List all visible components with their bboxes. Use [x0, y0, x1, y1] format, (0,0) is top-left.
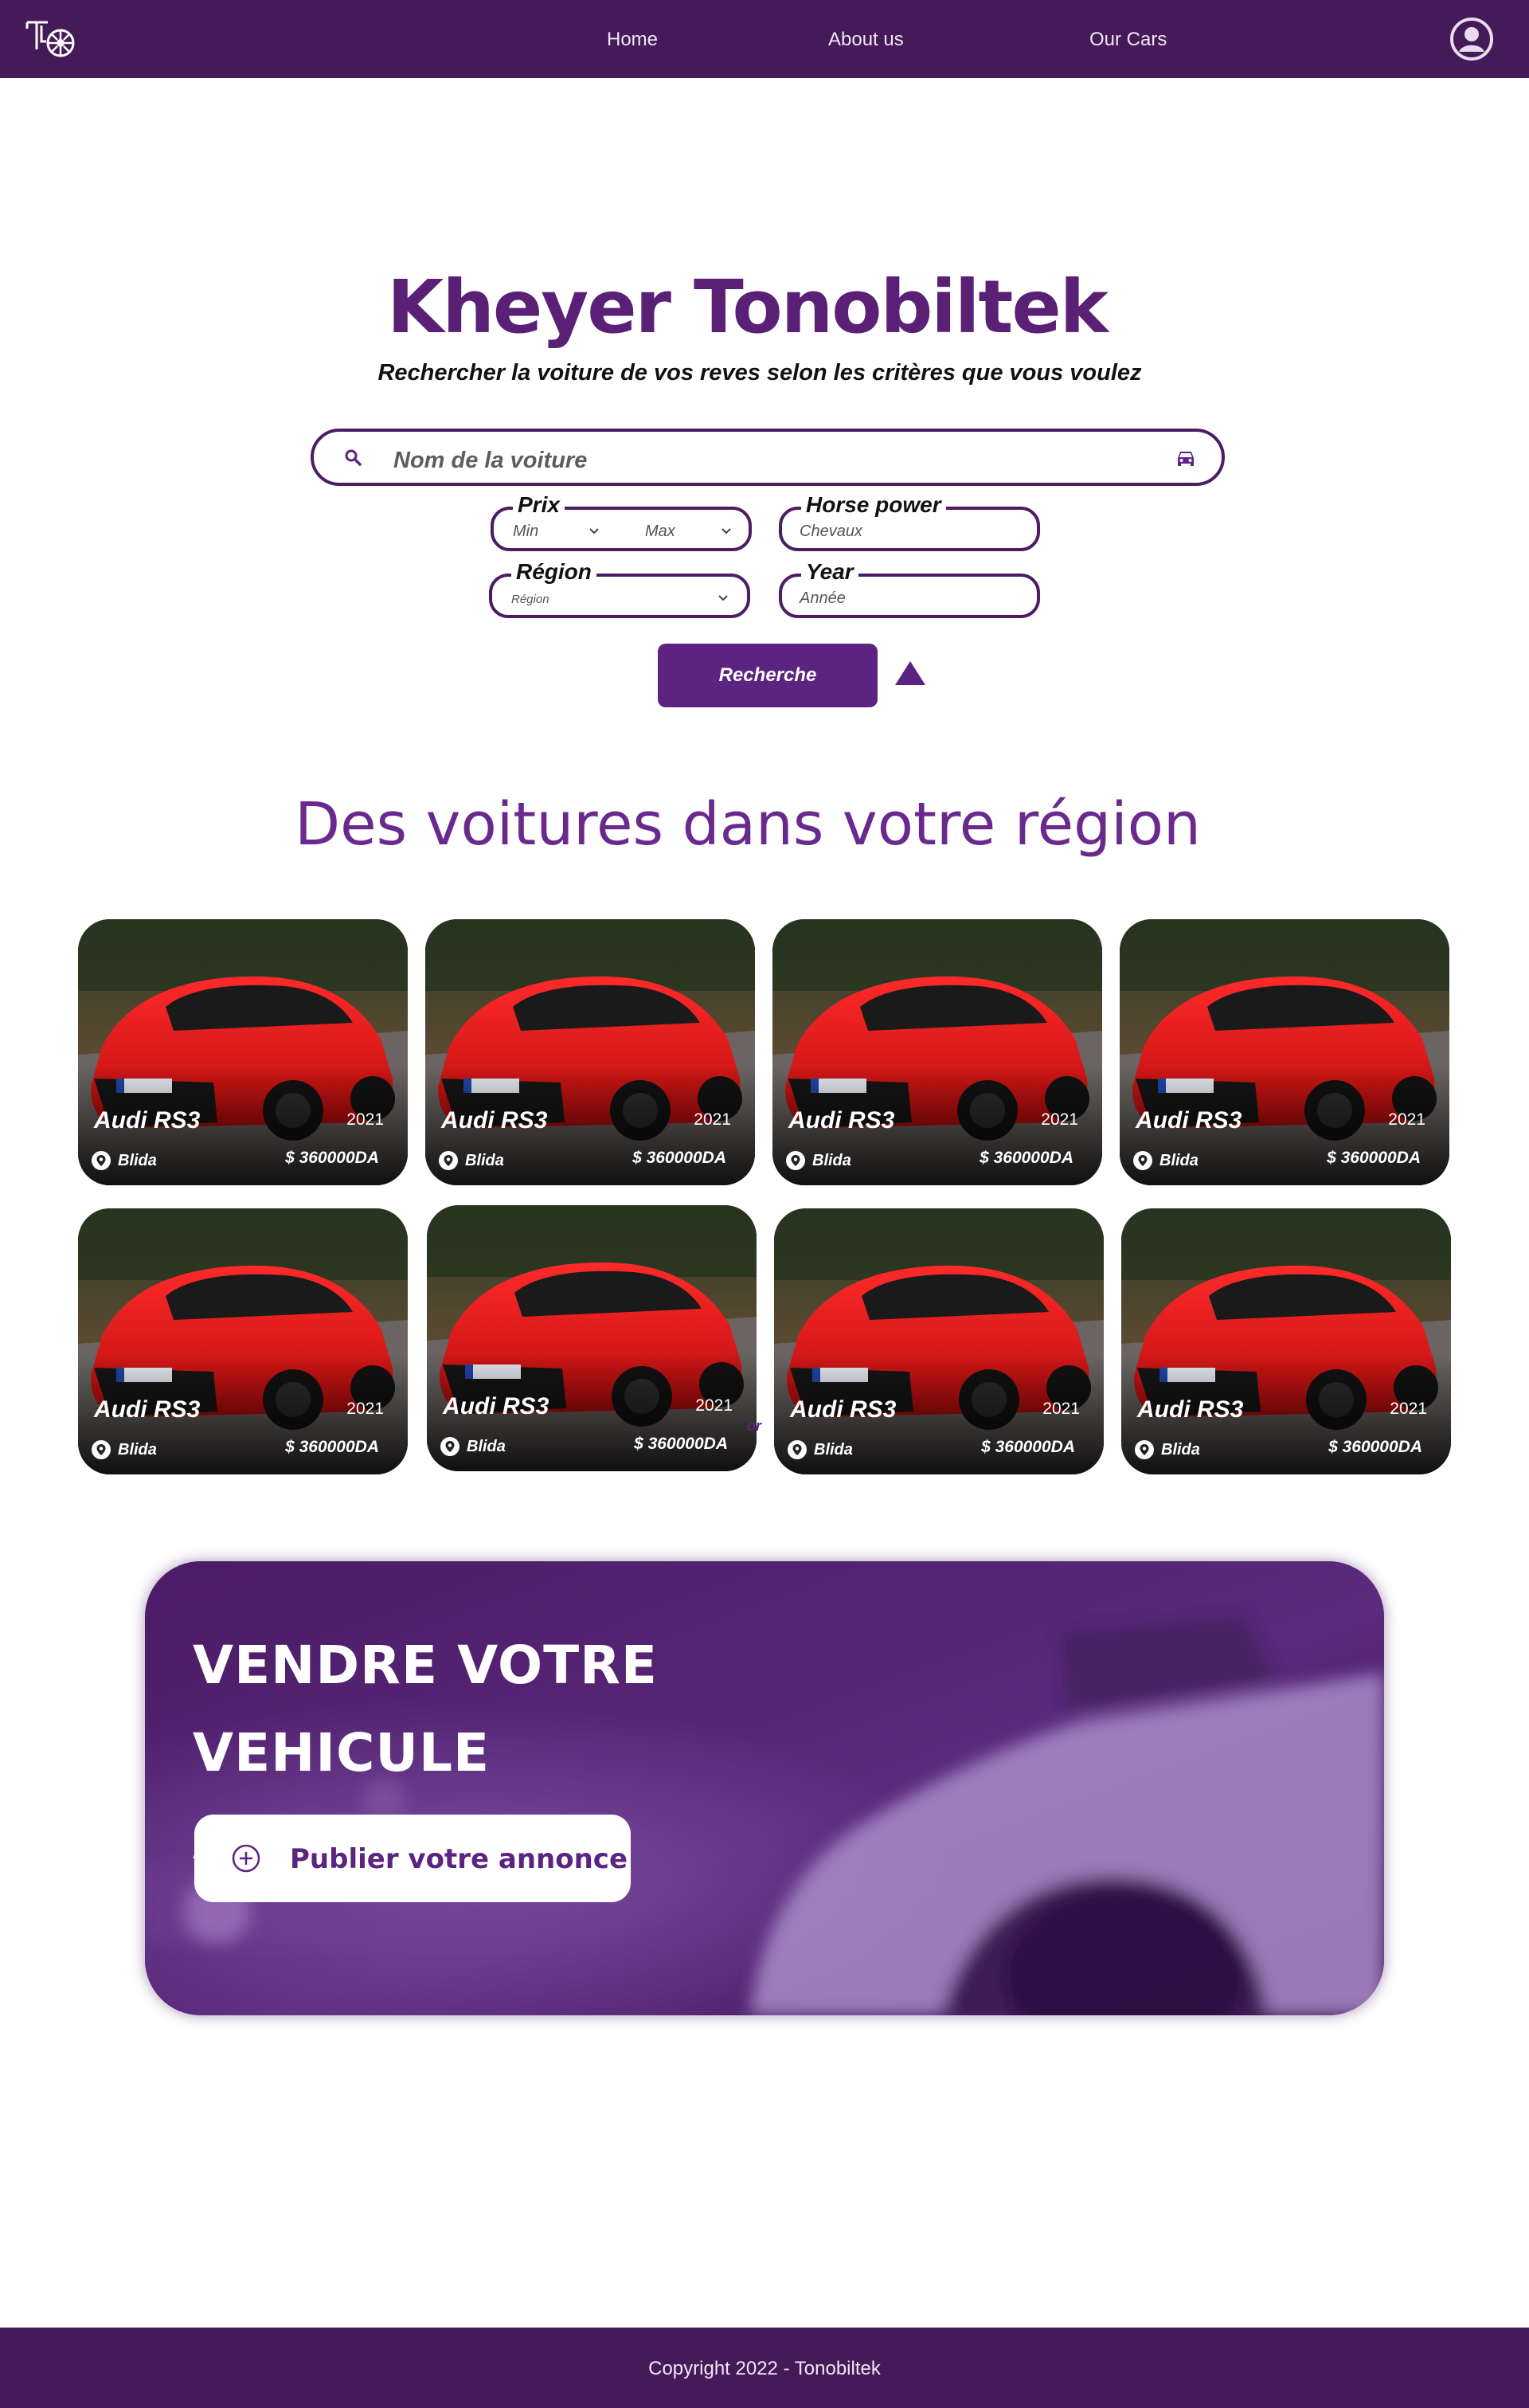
- car-name: Audi RS3: [94, 1107, 201, 1134]
- car-name-search[interactable]: Nom de la voiture: [311, 429, 1225, 486]
- car-location: Blida: [467, 1438, 506, 1455]
- horsepower-label: Horse power: [801, 492, 946, 518]
- collapse-filters-icon[interactable]: [894, 660, 927, 687]
- page-title: Kheyer Tonobiltek: [387, 264, 1109, 350]
- year-label: Year: [801, 559, 858, 585]
- car-location: Blida: [812, 1152, 851, 1169]
- search-icon: [345, 449, 362, 466]
- region-label: Région: [511, 559, 596, 585]
- car-price: $ 360000DA: [980, 1149, 1073, 1167]
- car-name: Audi RS3: [1137, 1396, 1244, 1423]
- location-pin-icon: [1133, 1151, 1152, 1170]
- car-location: Blida: [118, 1441, 157, 1459]
- car-year: 2021: [346, 1110, 384, 1129]
- car-card[interactable]: Audi RS3 2021 Blida $ 360000DA: [425, 919, 755, 1185]
- location-pin-icon: [1135, 1440, 1154, 1459]
- car-price: $ 360000DA: [1328, 1438, 1422, 1456]
- car-card[interactable]: Audi RS3 2021 Blida $ 360000DA: [427, 1205, 757, 1471]
- location-pin-icon: [92, 1440, 111, 1459]
- logo-icon[interactable]: [24, 18, 80, 62]
- horsepower-filter[interactable]: Horse power Chevaux: [779, 492, 1040, 551]
- sell-vehicle-banner: VENDRE VOTRE VEHICULE AUJOURD’HUI Publie…: [145, 1561, 1384, 2015]
- region-filter[interactable]: Région Région: [489, 559, 750, 618]
- car-photo: [772, 919, 1102, 1185]
- car-photo: [425, 919, 755, 1185]
- car-card[interactable]: Audi RS3 2021 Blida $ 360000DA: [1120, 919, 1449, 1185]
- price-min-select[interactable]: Min: [513, 523, 538, 541]
- car-icon[interactable]: [1174, 448, 1198, 470]
- car-card[interactable]: Audi RS3 2021 Blida $ 360000DA: [772, 919, 1102, 1185]
- car-photo: [1120, 919, 1449, 1185]
- region-select[interactable]: Région: [511, 593, 549, 606]
- car-location: Blida: [118, 1152, 157, 1169]
- car-year: 2021: [1390, 1400, 1427, 1418]
- car-photo: [78, 919, 408, 1185]
- car-card[interactable]: Audi RS3 2021 Blida $ 360000DA: [1121, 1208, 1451, 1474]
- chevron-down-icon[interactable]: [588, 526, 600, 535]
- car-card[interactable]: Audi RS3 2021 Blida $ 360000DA: [78, 919, 408, 1185]
- copyright-text: Copyright 2022 - Tonobiltek: [648, 2358, 881, 2379]
- top-navbar: Home About us Our Cars: [0, 0, 1529, 78]
- car-price: $ 360000DA: [285, 1438, 379, 1456]
- nav-about-us[interactable]: About us: [828, 29, 904, 51]
- user-profile-icon[interactable]: [1449, 17, 1494, 61]
- car-price: $ 360000DA: [981, 1438, 1075, 1456]
- car-year: 2021: [1388, 1110, 1425, 1129]
- search-button[interactable]: Recherche: [658, 644, 878, 707]
- location-pin-icon: [788, 1440, 807, 1459]
- horsepower-input[interactable]: Chevaux: [800, 523, 862, 541]
- publish-ad-label: Publier votre annonce: [290, 1843, 628, 1875]
- location-pin-icon: [440, 1437, 459, 1456]
- location-pin-icon: [786, 1151, 805, 1170]
- year-filter[interactable]: Year Année: [779, 559, 1040, 618]
- banner-title-line-1: VENDRE VOTRE VEHICULE: [193, 1635, 659, 1783]
- search-input[interactable]: Nom de la voiture: [393, 448, 587, 474]
- car-photo: [427, 1205, 757, 1471]
- car-price: $ 360000DA: [632, 1149, 726, 1167]
- car-photo: [1121, 1208, 1451, 1474]
- car-location: Blida: [1159, 1152, 1199, 1169]
- car-name: Audi RS3: [790, 1396, 897, 1423]
- car-price: $ 360000DA: [1327, 1149, 1421, 1167]
- chevron-down-icon[interactable]: [720, 526, 733, 535]
- car-price: $ 360000DA: [634, 1435, 728, 1453]
- car-year: 2021: [1041, 1110, 1078, 1129]
- price-label: Prix: [513, 492, 565, 518]
- plus-circle-icon: [232, 1844, 260, 1873]
- page-subtitle: Rechercher la voiture de vos reves selon…: [377, 360, 1142, 386]
- section-title: Des voitures dans votre région: [295, 790, 1201, 859]
- see-more-link[interactable]: or: [747, 1418, 761, 1435]
- car-name: Audi RS3: [443, 1393, 549, 1419]
- car-name: Audi RS3: [441, 1107, 548, 1134]
- car-photo: [78, 1208, 408, 1474]
- car-price: $ 360000DA: [285, 1149, 379, 1167]
- car-year: 2021: [1042, 1400, 1080, 1418]
- car-name: Audi RS3: [788, 1107, 895, 1134]
- location-pin-icon: [92, 1151, 111, 1170]
- publish-ad-button[interactable]: Publier votre annonce: [194, 1815, 631, 1902]
- car-location: Blida: [814, 1441, 853, 1459]
- car-name: Audi RS3: [94, 1396, 201, 1423]
- car-card[interactable]: Audi RS3 2021 Blida $ 360000DA: [78, 1208, 408, 1474]
- car-name: Audi RS3: [1136, 1107, 1242, 1134]
- location-pin-icon: [439, 1151, 458, 1170]
- car-location: Blida: [1161, 1441, 1200, 1459]
- footer: Copyright 2022 - Tonobiltek: [0, 2328, 1529, 2408]
- price-max-select[interactable]: Max: [645, 523, 675, 541]
- nav-our-cars[interactable]: Our Cars: [1089, 29, 1167, 51]
- car-photo: [774, 1208, 1104, 1474]
- chevron-down-icon[interactable]: [717, 593, 729, 602]
- car-year: 2021: [346, 1400, 384, 1418]
- car-location: Blida: [465, 1152, 504, 1169]
- car-year: 2021: [695, 1396, 733, 1415]
- year-input[interactable]: Année: [800, 589, 846, 608]
- car-card[interactable]: Audi RS3 2021 Blida $ 360000DA: [774, 1208, 1104, 1474]
- car-year: 2021: [694, 1110, 731, 1129]
- nav-home[interactable]: Home: [607, 29, 658, 51]
- price-filter[interactable]: Prix Min Max: [491, 492, 752, 551]
